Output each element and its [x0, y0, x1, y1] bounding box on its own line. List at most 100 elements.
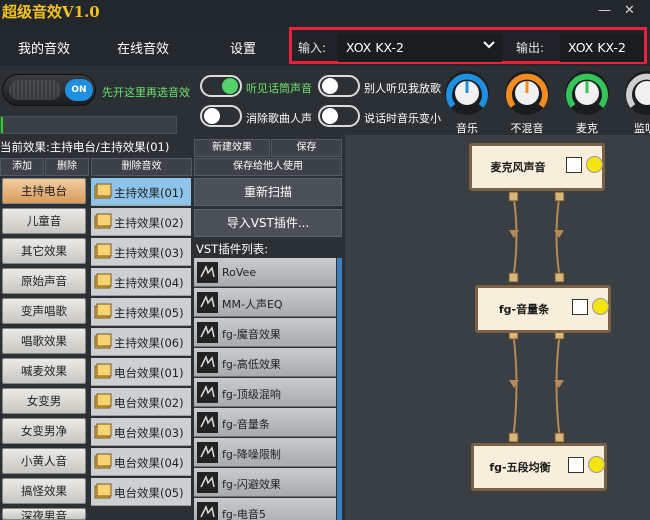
category-item[interactable]: 搞怪效果 — [2, 478, 86, 504]
title-bar: 超级音效V1.0 — ✕ — [0, 0, 650, 26]
book-icon — [94, 483, 112, 499]
book-icon — [94, 333, 112, 349]
plugin-icon — [197, 292, 218, 313]
preset-item[interactable]: 主持效果(04) — [91, 268, 191, 296]
mixer-icon[interactable] — [568, 457, 584, 473]
vst-plugin-item[interactable]: fg-魔音效果 — [194, 318, 336, 347]
vst-plugin-label: fg-闪避效果 — [222, 478, 281, 491]
preset-label: 电台效果(05) — [114, 486, 184, 500]
preset-item[interactable]: 主持效果(03) — [91, 238, 191, 266]
vst-plugin-item[interactable]: RoVee — [194, 258, 336, 287]
category-item[interactable]: 儿童音 — [2, 208, 86, 234]
book-icon — [94, 213, 112, 229]
vst-plugin-item[interactable]: fg-闪避效果 — [194, 468, 336, 497]
mic-volume-knob[interactable]: 麦克 — [560, 68, 614, 135]
preset-item[interactable]: 主持效果(05) — [91, 298, 191, 326]
toggle-hear-mic-label: 听见话筒声音 — [246, 82, 312, 95]
chain-node[interactable]: fg-五段均衡 — [471, 443, 607, 491]
save-for-others-button[interactable]: 保存给他人使用 — [194, 158, 342, 176]
rescan-button[interactable]: 重新扫描 — [194, 178, 342, 206]
toggle-others-hear-music-label: 别人听见我放歌 — [364, 82, 441, 95]
save-effect-button[interactable]: 保存 — [271, 139, 342, 157]
vst-plugin-list: RoVee MM-人声EQ fg-魔音效果 fg-高低效果 fg-顶级混响 fg-音量条 f… — [194, 258, 342, 520]
chain-node-label: fg-五段均衡 — [489, 461, 551, 474]
delete-category-button[interactable]: 删除 — [45, 158, 89, 176]
category-item[interactable]: 小黄人音 — [2, 448, 86, 474]
category-item[interactable]: 主持电台 — [2, 178, 86, 204]
chain-node[interactable]: fg-音量条 — [475, 285, 611, 333]
vst-plugin-item[interactable]: fg-顶级混响 — [194, 378, 336, 407]
vst-plugin-item[interactable]: fg-高低效果 — [194, 348, 336, 377]
preset-label: 主持效果(04) — [114, 276, 184, 290]
vst-plugin-item[interactable]: MM-人声EQ — [194, 288, 336, 317]
music-volume-knob[interactable]: 音乐 — [440, 68, 494, 135]
vst-plugin-item[interactable]: fg-音量条 — [194, 408, 336, 437]
preset-item[interactable]: 电台效果(04) — [91, 448, 191, 476]
node-status-dot[interactable] — [588, 456, 605, 473]
category-item[interactable]: 变声唱歌 — [2, 298, 86, 324]
app-title: 超级音效V1.0 — [2, 3, 100, 21]
node-status-dot[interactable] — [592, 298, 609, 315]
toggle-duck-music-label: 说话时音乐变小 — [364, 112, 441, 125]
preset-item[interactable]: 电台效果(05) — [91, 478, 191, 506]
category-item[interactable]: 女变男净 — [2, 418, 86, 444]
mixer-icon[interactable] — [572, 299, 588, 315]
mixer-icon[interactable] — [566, 157, 582, 173]
preset-label: 主持效果(06) — [114, 336, 184, 350]
category-item[interactable]: 原始声音 — [2, 268, 86, 294]
mix-knob[interactable]: 不混音 — [500, 68, 554, 135]
new-effect-button[interactable]: 新建效果 — [194, 139, 270, 157]
preset-item[interactable]: 电台效果(03) — [91, 418, 191, 446]
tab-online-effects[interactable]: 在线音效 — [117, 38, 169, 57]
add-category-button[interactable]: 添加 — [0, 158, 44, 176]
preset-item[interactable]: 主持效果(06) — [91, 328, 191, 356]
category-item[interactable]: 女变男 — [2, 388, 86, 414]
output-device-select[interactable]: XOX KX-2 — [560, 34, 644, 62]
preset-item[interactable]: 主持效果(02) — [91, 208, 191, 236]
tab-settings[interactable]: 设置 — [230, 38, 256, 57]
power-on-label: ON — [65, 79, 93, 101]
toggle-remove-vocals[interactable] — [200, 105, 242, 127]
import-vst-button[interactable]: 导入VST插件... — [194, 209, 342, 237]
chain-node-label: 麦克风声音 — [490, 161, 546, 174]
category-item[interactable]: 其它效果 — [2, 238, 86, 264]
book-icon — [94, 273, 112, 289]
switch-grip — [9, 80, 61, 100]
toggle-duck-music[interactable] — [318, 105, 360, 127]
chain-node[interactable]: 麦克风声音 — [469, 143, 605, 191]
vst-plugin-label: fg-音量条 — [222, 418, 270, 431]
plugin-icon — [197, 442, 218, 463]
io-device-panel: 输入: XOX KX-2 输出: XOX KX-2 — [289, 27, 647, 64]
category-item[interactable]: 唱歌效果 — [2, 328, 86, 354]
preset-label: 主持效果(02) — [114, 216, 184, 230]
tab-my-effects[interactable]: 我的音效 — [18, 38, 70, 57]
book-icon — [94, 453, 112, 469]
toggle-hear-mic[interactable] — [200, 75, 242, 97]
close-icon[interactable]: ✕ — [624, 3, 635, 18]
vst-list-scrollbar[interactable] — [337, 258, 342, 520]
power-switch[interactable]: ON — [2, 74, 96, 106]
monitor-volume-knob[interactable]: 监听 — [620, 68, 650, 134]
toggle-remove-vocals-label: 消除歌曲人声 — [246, 112, 312, 125]
category-item[interactable]: 喊麦效果 — [2, 358, 86, 384]
preset-item[interactable]: 电台效果(01) — [91, 358, 191, 386]
book-icon — [94, 363, 112, 379]
plugin-icon — [197, 322, 218, 343]
knob-mix-label: 不混音 — [510, 122, 544, 135]
input-device-select[interactable]: XOX KX-2 — [338, 34, 502, 62]
knob-music-label: 音乐 — [456, 122, 478, 135]
vst-plugin-item[interactable]: fg-降噪限制 — [194, 438, 336, 467]
vst-list-title: VST插件列表: — [196, 242, 269, 256]
level-meter-fill — [1, 117, 3, 133]
preset-item[interactable]: 主持效果(01) — [91, 178, 191, 206]
delete-preset-button[interactable]: 删除音效 — [91, 158, 192, 176]
vst-plugin-label: fg-顶级混响 — [222, 388, 281, 401]
vst-plugin-item[interactable]: fg-电音5 — [194, 498, 336, 520]
minimize-icon[interactable]: — — [598, 3, 611, 18]
vst-plugin-label: fg-魔音效果 — [222, 328, 281, 341]
preset-item[interactable]: 电台效果(02) — [91, 388, 191, 416]
node-status-dot[interactable] — [586, 156, 603, 173]
book-icon — [94, 303, 112, 319]
toggle-others-hear-music[interactable] — [318, 75, 360, 97]
category-item[interactable]: 深夜男音 — [2, 508, 86, 520]
